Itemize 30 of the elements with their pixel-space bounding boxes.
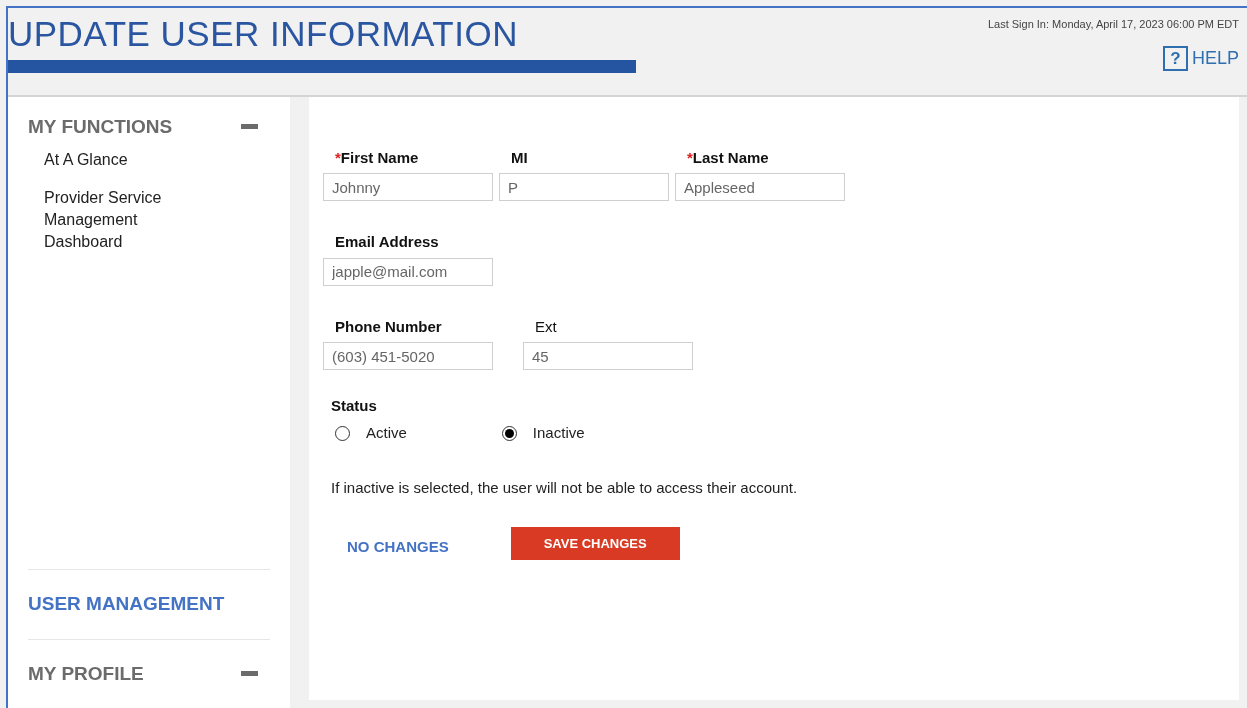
radio-icon[interactable] <box>501 425 517 441</box>
sidebar-item[interactable]: Provider Service Management Dashboard <box>44 187 194 253</box>
sidebar-item[interactable]: At A Glance <box>44 149 194 171</box>
section-title[interactable]: USER MANAGEMENT <box>28 590 225 619</box>
text-field[interactable]: P <box>499 173 669 201</box>
radio-option[interactable]: Inactive <box>501 422 585 445</box>
minus-icon[interactable] <box>241 124 258 130</box>
field-label: MI <box>510 147 529 168</box>
page-title: UPDATE USER INFORMATION <box>8 13 519 55</box>
text-field[interactable]: (603) 451-5020 <box>323 342 493 370</box>
text-field[interactable]: 45 <box>523 342 693 370</box>
save-button[interactable]: SAVE CHANGES <box>510 527 680 560</box>
section-title[interactable]: MY PROFILE <box>28 659 144 688</box>
minus-icon[interactable] <box>241 671 258 677</box>
radio-option[interactable]: Active <box>335 422 407 445</box>
cancel-link[interactable]: NO CHANGES <box>347 536 449 559</box>
field-label: Ext <box>534 316 558 337</box>
field-label: Phone Number <box>334 316 443 337</box>
help-link[interactable]: ? HELP <box>1162 44 1239 72</box>
radio-icon[interactable] <box>335 425 350 441</box>
field-label: Email Address <box>334 232 440 252</box>
section-title[interactable]: MY FUNCTIONS <box>28 112 173 141</box>
text-field[interactable]: Appleseed <box>675 173 845 201</box>
last-sign-in: Last Sign In: Monday, April 17, 2023 06:00 PM EDT <box>987 17 1239 32</box>
field-label: *Last Name <box>686 147 770 168</box>
field-label: *First Name <box>334 147 420 168</box>
text-field[interactable]: japple@mail.com <box>323 257 493 286</box>
text-field[interactable]: Johnny <box>323 173 493 201</box>
status-label: Status <box>331 397 377 414</box>
status-note: If inactive is selected, the user will not be able to access their account. <box>331 477 799 498</box>
